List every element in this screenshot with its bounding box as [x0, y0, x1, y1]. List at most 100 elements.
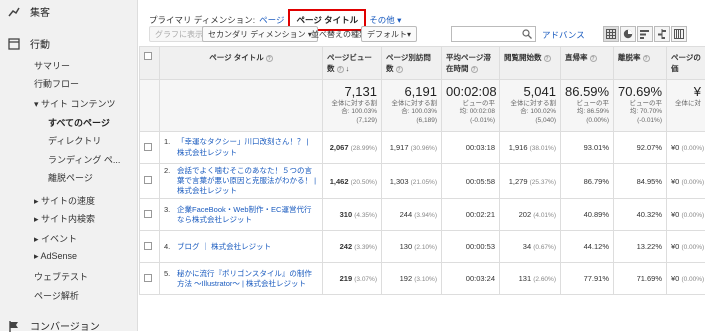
sidebar-section-behavior[interactable]: 行動 — [8, 36, 50, 51]
row-avg-time-value: 00:05:58 — [466, 177, 495, 186]
row-checkbox[interactable] — [144, 176, 152, 184]
sidebar-item-site-speed[interactable]: ▸ サイトの速度 — [34, 194, 95, 207]
row-unique-pct: (3.10%) — [414, 276, 437, 283]
help-icon[interactable]: ? — [396, 66, 403, 73]
row-title-link[interactable]: 企業FaceBook・Web制作・EC運営代行なら株式会社レジット — [177, 205, 318, 225]
total-sub: (5,040) — [504, 117, 556, 125]
total-value-value: ¥ — [671, 84, 701, 99]
header-page-value[interactable]: ページの価 — [667, 47, 705, 80]
row-pageviews-value: 2,067 — [330, 143, 349, 152]
site-search-label: サイト内検索 — [41, 214, 95, 224]
sidebar-item-site-search[interactable]: ▸ サイト内検索 — [34, 212, 95, 225]
header-bounce-rate[interactable]: 直帰率? — [561, 47, 614, 80]
row-pageviews: 242 (3.39%) — [323, 231, 382, 263]
dimension-page-link[interactable]: ページ — [259, 14, 284, 26]
sidebar-item-adsense[interactable]: ▸ AdSense — [34, 251, 77, 262]
header-pageviews[interactable]: ページビュー数? ↓ — [323, 47, 382, 80]
sidebar-item-behavior-flow[interactable]: 行動フロー — [34, 77, 79, 90]
row-entrances-pct: (25.37%) — [530, 179, 556, 186]
table-row: 2.会話でよく噛むそこのあなた！５つの言葉で言葉が悪い原因と克服法がわかる！ |… — [140, 164, 705, 199]
row-index: 1. — [164, 137, 177, 157]
total-sub: 均: 70.70% — [618, 108, 662, 116]
caret-down-icon: ▾ — [34, 99, 41, 109]
sidebar-section-audience[interactable]: 集客 — [8, 4, 50, 19]
row-select-cell — [140, 132, 160, 164]
help-icon[interactable]: ? — [544, 55, 551, 62]
sidebar-item-page-analytics[interactable]: ページ解析 — [34, 289, 79, 302]
pivot-view-icon[interactable] — [671, 26, 687, 42]
row-avg-time: 00:05:58 — [442, 164, 500, 199]
sidebar-item-all-pages[interactable]: すべてのページ — [48, 116, 110, 129]
row-pageviews-pct: (28.99%) — [351, 145, 377, 152]
sort-type-value: デフォルト — [367, 29, 407, 40]
row-title-link[interactable]: ブログ ｜ 株式会社レジット — [177, 242, 271, 252]
row-avg-time: 00:03:18 — [442, 132, 500, 164]
row-checkbox[interactable] — [144, 274, 152, 282]
row-value-value: ¥0 — [671, 274, 679, 283]
header-bounce-label: 直帰率 — [565, 53, 588, 62]
pie-view-icon[interactable] — [620, 26, 636, 42]
row-checkbox[interactable] — [144, 143, 152, 151]
help-icon[interactable]: ? — [643, 55, 650, 62]
sidebar-item-exit-pages[interactable]: 離脱ページ — [48, 171, 93, 184]
graph-button[interactable]: グラフに表示 — [149, 26, 209, 42]
row-unique-pct: (30.96%) — [411, 145, 437, 152]
help-icon[interactable]: ? — [337, 66, 344, 73]
total-sub: (-0.01%) — [618, 117, 662, 125]
row-title-link[interactable]: 会話でよく噛むそこのあなた！５つの言葉で言葉が悪い原因と克服法がわかる！ | 株… — [177, 166, 318, 196]
comparison-view-icon[interactable] — [654, 26, 670, 42]
header-avg-time[interactable]: 平均ページ滞在時間? — [442, 47, 500, 80]
row-pageviews: 310 (4.35%) — [323, 199, 382, 231]
row-bounce: 44.12% — [561, 231, 614, 263]
sidebar-item-directory[interactable]: ディレクトリ — [48, 134, 101, 147]
row-select-cell — [140, 263, 160, 295]
total-sub: 均: 00:02:08 — [446, 108, 495, 116]
help-icon[interactable]: ? — [266, 55, 273, 62]
select-all-checkbox[interactable] — [144, 52, 152, 60]
sort-type-select[interactable]: デフォルト▾ — [361, 26, 417, 42]
header-exit-rate[interactable]: 離脱率? — [614, 47, 667, 80]
sidebar-item-site-content[interactable]: ▾ サイト コンテンツ — [34, 97, 116, 110]
header-entrances[interactable]: 閲覧開始数? — [500, 47, 561, 80]
row-value: ¥0 (0.00%) — [667, 132, 705, 164]
row-bounce-value: 40.89% — [584, 210, 609, 219]
sidebar-item-summary[interactable]: サマリー — [34, 59, 70, 72]
row-title-link[interactable]: 「幸運なタクシー」川口改刻さん！？ | 株式会社レジット — [177, 137, 318, 157]
total-sub: (-0.01%) — [446, 117, 495, 125]
total-avg-time-value: 00:02:08 — [446, 84, 495, 99]
header-unique-pageviews[interactable]: ページ別訪問数? — [382, 47, 442, 80]
row-title-link[interactable]: 秘かに流行『ポリゴンスタイル』の制作方法 〜Illustrator〜 | 株式会… — [177, 269, 318, 289]
secondary-dimension-button[interactable]: セカンダリ ディメンション ▾ — [202, 26, 318, 42]
row-entrances-pct: (4.01%) — [533, 212, 556, 219]
help-icon[interactable]: ? — [590, 55, 597, 62]
help-icon[interactable]: ? — [471, 66, 478, 73]
row-title-cell: 5.秘かに流行『ポリゴンスタイル』の制作方法 〜Illustrator〜 | 株… — [160, 263, 323, 295]
row-checkbox[interactable] — [144, 242, 152, 250]
sidebar-item-experiments[interactable]: ウェブテスト — [34, 270, 88, 283]
caret-down-icon: ▾ — [407, 30, 411, 39]
primary-dimension-label: プライマリ ディメンション: — [149, 14, 255, 26]
sidebar-item-events[interactable]: ▸ イベント — [34, 232, 77, 245]
advanced-link[interactable]: アドバンス — [542, 29, 585, 41]
header-page-title[interactable]: ページ タイトル? — [160, 47, 323, 80]
row-bounce: 77.91% — [561, 263, 614, 295]
row-pageviews-value: 219 — [340, 274, 353, 283]
row-pageviews-value: 1,462 — [330, 177, 349, 186]
total-sub: 全体に対 — [671, 100, 701, 108]
row-checkbox[interactable] — [144, 210, 152, 218]
total-bounce: 86.59%ビューの平均: 86.59%(0.00%) — [561, 80, 614, 132]
dimension-other-link[interactable]: その他 ▾ — [369, 14, 401, 26]
sort-desc-icon: ↓ — [346, 64, 350, 73]
row-unique-value: 130 — [400, 242, 413, 251]
sidebar-audience-label: 集客 — [30, 4, 50, 19]
header-entrances-label: 閲覧開始数 — [504, 53, 542, 62]
search-input[interactable] — [451, 26, 536, 42]
table-view-icon[interactable] — [603, 26, 619, 42]
sidebar-behavior-label: 行動 — [30, 36, 50, 51]
row-entrances-value: 1,916 — [509, 143, 528, 152]
total-sub: 合: 100.03% — [386, 108, 437, 116]
sidebar-item-landing[interactable]: ランディング ペ... — [48, 153, 120, 166]
performance-view-icon[interactable] — [637, 26, 653, 42]
row-bounce-value: 93.01% — [584, 143, 609, 152]
row-value-value: ¥0 — [671, 143, 679, 152]
